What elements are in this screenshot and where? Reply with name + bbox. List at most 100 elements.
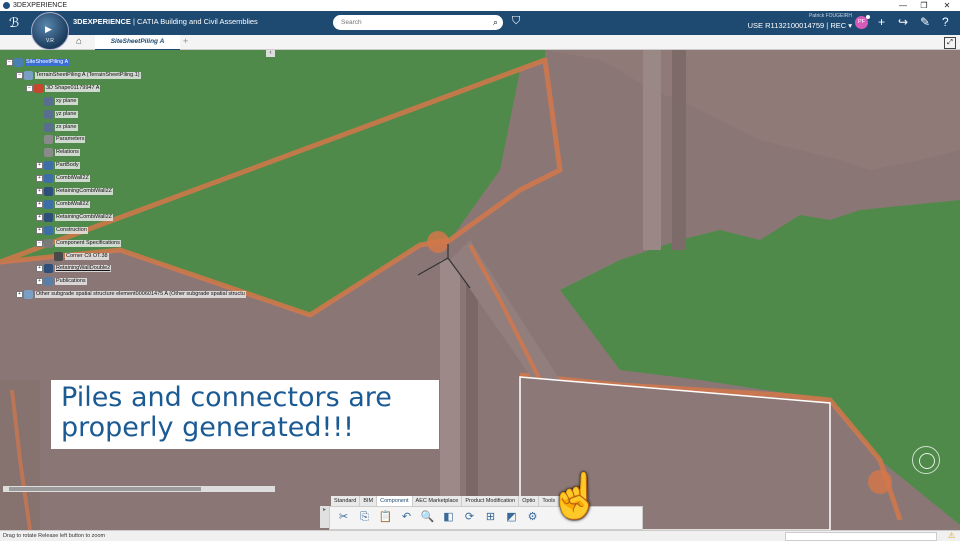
home-icon[interactable]: ⌂ [76,36,82,47]
version-label: V.R [46,38,54,44]
tools-icon[interactable]: ✎ [920,15,930,29]
close-button[interactable]: ✕ [937,0,957,11]
undo-icon[interactable]: ↶ [399,510,414,525]
view-icon[interactable]: ◧ [441,510,456,525]
cut-icon[interactable]: ✂ [336,510,351,525]
tree-node-label[interactable]: Corner C9 OT.38 [65,252,109,260]
tree-node-icon [44,187,53,196]
zoom-icon[interactable]: 🔍 [420,510,435,525]
tree-node-label[interactable]: RetainingCombiWall2Z [55,188,114,195]
tree-collapse-button[interactable]: ‹ [266,50,275,57]
tree-node-icon [24,70,33,80]
tree-node-label[interactable]: PartBody [55,162,80,170]
play-icon[interactable]: ▶ [45,24,52,35]
restore-button[interactable]: ❐ [914,0,934,11]
tree-node-icon [14,58,23,67]
tree-node-label[interactable]: yz plane [55,110,78,118]
tree-node-label[interactable]: Construction [55,226,88,234]
add-tab-button[interactable]: + [183,36,188,46]
caption-line-2: properly generated!!! [61,412,355,443]
expand-toggle[interactable]: + [36,278,43,286]
avatar[interactable]: PF [855,15,870,29]
tree-node-icon [44,148,53,158]
tree-node-label[interactable]: CombiWall2Z [55,200,90,208]
maximize-icon[interactable]: ⤢ [944,37,956,49]
robot-inner-ring [919,453,935,469]
tree-node-icon [44,135,53,145]
expand-toggle[interactable]: + [36,200,43,208]
expand-toggle[interactable]: + [36,213,43,221]
tree-node-label[interactable]: Parameters [55,136,86,144]
window-titlebar: 3DEXPERIENCE — ❐ ✕ [0,0,960,11]
action-tab[interactable]: BIM [360,496,378,506]
refresh-icon[interactable]: ⟳ [462,510,477,525]
add-icon[interactable]: + [878,15,885,29]
tree-node-label[interactable]: Component Specifications [55,239,121,247]
scrollbar-thumb[interactable] [9,487,201,491]
3d-viewport[interactable] [0,50,960,530]
expand-toggle[interactable]: + [36,226,43,234]
action-tab[interactable]: AEC Marketplace [413,496,463,506]
ds-logo-icon[interactable]: ℬ [9,15,19,31]
tree-node-label[interactable]: TerrainSheetPiling A (TerrainSheetPiling… [35,71,141,79]
robot-manipulator-icon[interactable] [912,446,940,474]
search-icon[interactable]: ⌕ [493,17,498,28]
action-bar-expander[interactable]: ▸ [320,506,329,528]
expand-toggle[interactable]: + [16,291,23,299]
expand-toggle[interactable]: + [36,265,43,273]
tree-node-icon [44,199,53,209]
avatar-initials: PF [857,19,866,25]
action-tab[interactable]: Optio [519,496,540,506]
tree-node-icon [54,251,63,261]
tree-node-icon [44,161,53,171]
caption-box: Piles and connectors are properly genera… [51,380,439,449]
settings-icon[interactable]: ⚙ [525,510,540,525]
expand-toggle[interactable]: + [36,188,43,195]
tree-node-label[interactable]: SiteSheetPiling A [25,59,70,66]
tree-node-label[interactable]: Publications [55,278,87,286]
tree-node-icon [24,290,33,300]
expand-toggle[interactable]: − [16,71,23,79]
paste-icon[interactable]: 📋 [378,510,393,525]
tree-node-label[interactable]: RetainingCombiWall2Z [55,213,114,221]
tree-node-label[interactable]: Other subgrade spatial structure element… [35,291,246,299]
tree-node-label[interactable]: CombiWall2Z [55,175,90,183]
user-context[interactable]: Patrick FOUGEIRH USE R1132100014759 | RE… [737,11,852,35]
tab-bar: ⌂ SiteSheetPiling A + ⤢ [0,35,960,51]
expand-toggle[interactable]: − [6,59,13,66]
tree-node-icon [44,264,53,274]
action-tab[interactable]: Standard [331,496,361,506]
copy-icon[interactable]: ⎘ [357,510,372,525]
brand-platform: 3DEXPERIENCE [73,17,131,26]
expand-toggle[interactable]: − [26,84,33,92]
tree-node-label[interactable]: RetainingWallDouble2 [55,265,112,273]
compass-widget[interactable]: ▶ V.R [31,12,69,50]
cube-icon[interactable]: ◩ [504,510,519,525]
tree-node-icon [44,238,53,248]
tree-node-label[interactable]: 3D Shape01179947 A [45,84,101,92]
tree-node-label[interactable]: Relations [55,149,80,157]
expand-toggle[interactable]: + [36,162,43,170]
minimize-button[interactable]: — [893,0,913,11]
tab-sitesheetpiling[interactable]: SiteSheetPiling A [95,35,180,51]
tree-icon[interactable]: ⊞ [483,510,498,525]
expand-toggle[interactable]: + [36,175,43,183]
help-icon[interactable]: ? [942,15,949,29]
3d-scene [0,50,960,530]
search-box[interactable]: ⌕ [333,15,503,30]
tag-icon[interactable]: ⛉ [512,15,520,28]
expand-toggle[interactable]: − [36,239,43,247]
notification-dot [866,15,870,19]
top-bar: ℬ 3DEXPERIENCE | CATIA Building and Civi… [0,11,960,35]
tree-node-label[interactable]: zx plane [55,123,78,131]
collab-space-selector[interactable]: USE R1132100014759 | REC ▾ [748,21,852,30]
tree-node-label[interactable]: xy plane [55,97,78,105]
tree-node-icon [44,277,53,287]
action-tab[interactable]: Product Modification [462,496,520,506]
tree-node-icon [34,83,43,93]
search-input[interactable] [341,17,481,28]
action-tab[interactable]: Component [377,496,413,506]
brand-app: | CATIA Building and Civil Assemblies [130,17,258,26]
share-icon[interactable]: ↪ [898,15,908,29]
tree-horizontal-scrollbar[interactable] [3,486,275,492]
